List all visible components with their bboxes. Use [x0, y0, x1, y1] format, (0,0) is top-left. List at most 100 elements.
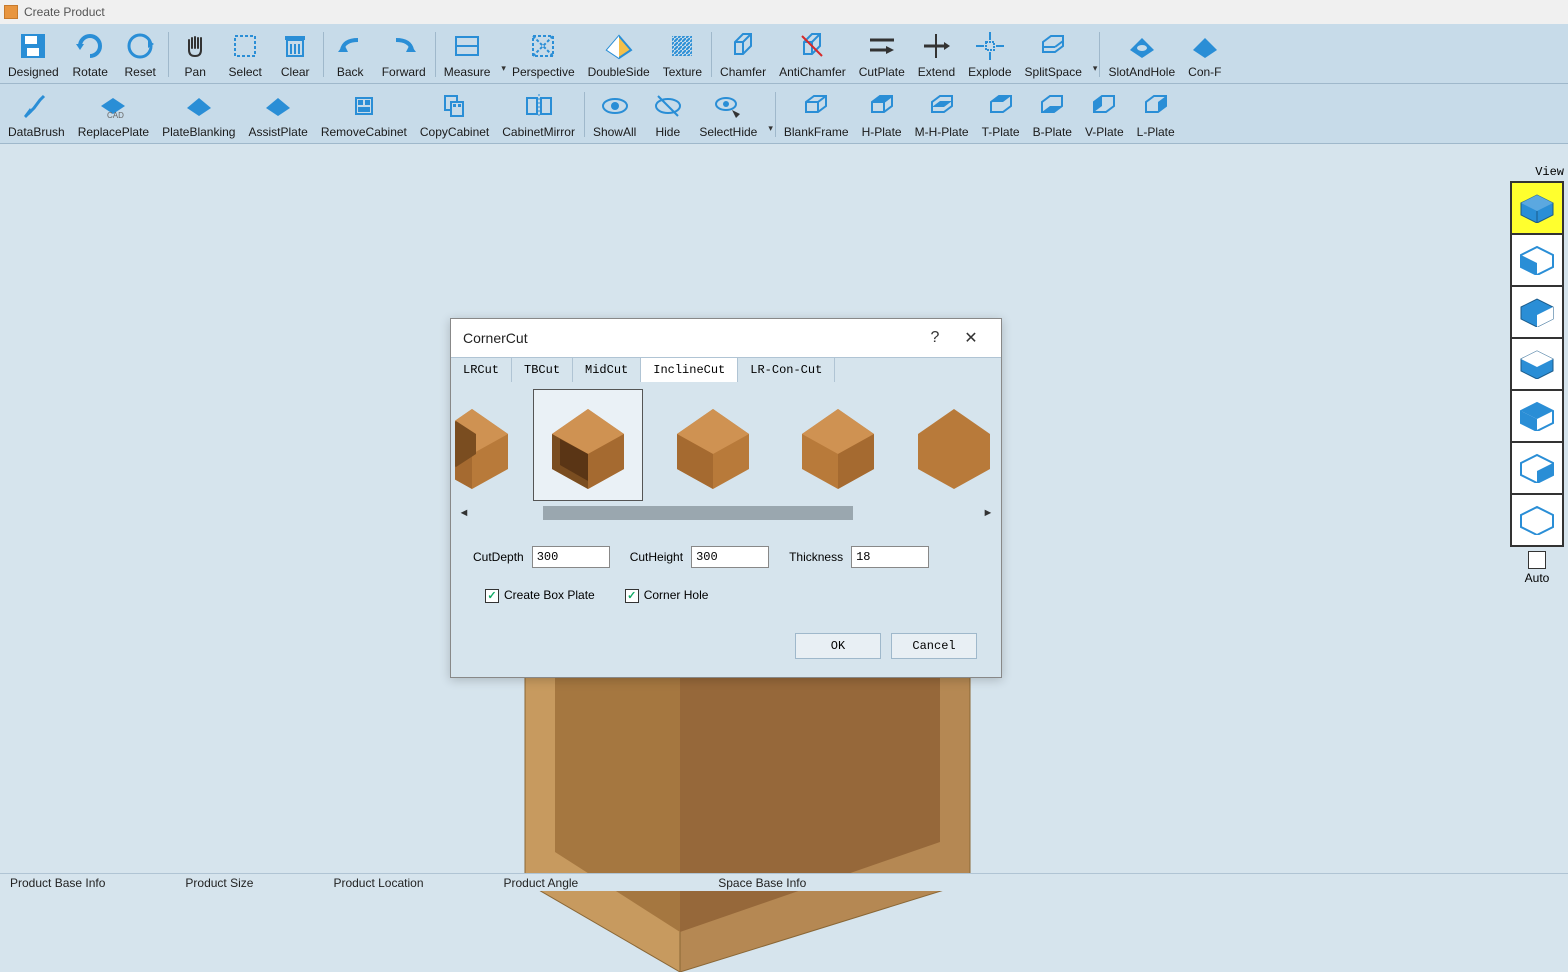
blankframe-button[interactable]: BlankFrame: [778, 88, 856, 141]
select-button[interactable]: Select: [221, 28, 271, 81]
vplate-button[interactable]: V-Plate: [1079, 88, 1131, 141]
assistplate-icon: [262, 90, 294, 122]
hplate-button[interactable]: H-Plate: [856, 88, 909, 141]
view-iso-1[interactable]: [1510, 181, 1564, 235]
scroll-right-icon[interactable]: ►: [981, 507, 995, 519]
view-iso-3[interactable]: [1510, 285, 1564, 339]
dialog-title: CornerCut: [463, 330, 528, 346]
status-item[interactable]: Product Size: [185, 876, 253, 890]
measure-button[interactable]: Measure: [438, 28, 498, 81]
slotandhole-button[interactable]: SlotAndHole: [1102, 28, 1182, 81]
cut-option-3[interactable]: [658, 389, 768, 501]
lplate-button[interactable]: L-Plate: [1131, 88, 1182, 141]
rotate-button[interactable]: Rotate: [66, 28, 116, 81]
status-item[interactable]: Space Base Info: [718, 876, 806, 890]
status-item[interactable]: Product Base Info: [10, 876, 105, 890]
view-panel-title: View: [1510, 165, 1566, 179]
help-button[interactable]: ?: [917, 329, 953, 347]
assistplate-button[interactable]: AssistPlate: [242, 88, 314, 141]
cutplate-button[interactable]: CutPlate: [853, 28, 912, 81]
view-iso-2[interactable]: [1510, 233, 1564, 287]
explode-button[interactable]: Explode: [962, 28, 1018, 81]
cutdepth-input[interactable]: [532, 546, 610, 568]
chamfer-button[interactable]: Chamfer: [714, 28, 773, 81]
createboxplate-checkbox[interactable]: ✓Create Box Plate: [485, 588, 595, 603]
conf-button[interactable]: Con-F: [1182, 28, 1228, 81]
copycabinet-button[interactable]: CopyCabinet: [414, 88, 496, 141]
select-icon: [229, 30, 261, 62]
chevron-down-icon[interactable]: ▾: [1093, 35, 1098, 74]
plateblanking-button[interactable]: PlateBlanking: [156, 88, 242, 141]
databrush-button[interactable]: DataBrush: [2, 88, 72, 141]
dialog-buttons: OK Cancel: [455, 625, 997, 677]
splitspace-button[interactable]: SplitSpace: [1019, 28, 1089, 81]
selecthide-button[interactable]: SelectHide: [693, 88, 764, 141]
doubleside-button[interactable]: DoubleSide: [582, 28, 657, 81]
status-item[interactable]: Product Location: [333, 876, 423, 890]
tplate-button[interactable]: T-Plate: [976, 88, 1027, 141]
cancel-button[interactable]: Cancel: [891, 633, 977, 659]
texture-button[interactable]: Texture: [657, 28, 709, 81]
scroll-left-icon[interactable]: ◄: [457, 507, 471, 519]
slotandhole-icon: [1126, 30, 1158, 62]
back-button[interactable]: Back: [326, 28, 376, 81]
bplate-button[interactable]: B-Plate: [1027, 88, 1079, 141]
cut-type-thumbnails: [455, 386, 997, 504]
cabinetmirror-button[interactable]: CabinetMirror: [496, 88, 582, 141]
ok-button[interactable]: OK: [795, 633, 881, 659]
tab-lrconcut[interactable]: LR-Con-Cut: [738, 358, 835, 382]
thickness-input[interactable]: [851, 546, 929, 568]
view-iso-7[interactable]: [1510, 493, 1564, 547]
app-icon: [4, 5, 18, 19]
doubleside-icon: [603, 30, 635, 62]
splitspace-icon: [1037, 30, 1069, 62]
cornerhole-checkbox[interactable]: ✓Corner Hole: [625, 588, 709, 603]
tab-midcut[interactable]: MidCut: [573, 358, 641, 382]
status-item[interactable]: Product Angle: [504, 876, 579, 890]
view-iso-6[interactable]: [1510, 441, 1564, 495]
replaceplate-button[interactable]: CAD ReplacePlate: [72, 88, 156, 141]
cut-option-4[interactable]: [783, 389, 893, 501]
plateblanking-icon: [183, 90, 215, 122]
tab-inclinecut[interactable]: InclineCut: [641, 358, 738, 382]
cut-option-1[interactable]: [455, 389, 518, 501]
cutheight-input[interactable]: [691, 546, 769, 568]
tab-tbcut[interactable]: TBCut: [512, 358, 573, 382]
dialog-body: ◄ ► CutDepth CutHeight Thickness ✓Create…: [451, 382, 1001, 677]
extend-button[interactable]: Extend: [912, 28, 962, 81]
hide-button[interactable]: Hide: [643, 88, 693, 141]
eye-slash-icon: [652, 90, 684, 122]
cutplate-icon: [866, 30, 898, 62]
scroll-track[interactable]: [471, 506, 981, 520]
view-iso-5[interactable]: [1510, 389, 1564, 443]
pan-button[interactable]: Pan: [171, 28, 221, 81]
view-auto[interactable]: Auto: [1510, 551, 1564, 586]
mhplate-icon: [926, 90, 958, 122]
forward-button[interactable]: Forward: [376, 28, 433, 81]
clear-button[interactable]: Clear: [271, 28, 321, 81]
cut-option-5[interactable]: [908, 389, 997, 501]
reset-button[interactable]: Reset: [116, 28, 166, 81]
perspective-button[interactable]: Perspective: [506, 28, 582, 81]
mhplate-button[interactable]: M-H-Plate: [909, 88, 976, 141]
antichamfer-button[interactable]: AntiChamfer: [773, 28, 853, 81]
chevron-down-icon[interactable]: ▾: [768, 95, 773, 134]
view-iso-4[interactable]: [1510, 337, 1564, 391]
dialog-tabs: LRCut TBCut MidCut InclineCut LR-Con-Cut: [451, 357, 1001, 382]
removecabinet-button[interactable]: RemoveCabinet: [315, 88, 414, 141]
brush-icon: [20, 90, 52, 122]
option-checkboxes: ✓Create Box Plate ✓Corner Hole: [455, 578, 997, 625]
scroll-thumb[interactable]: [543, 506, 853, 520]
tab-lrcut[interactable]: LRCut: [451, 358, 512, 382]
thickness-label: Thickness: [789, 550, 843, 564]
designed-button[interactable]: Designed: [2, 28, 66, 81]
checkbox-icon[interactable]: [1528, 551, 1546, 569]
cut-option-2[interactable]: [533, 389, 643, 501]
cabinetmirror-icon: [523, 90, 555, 122]
thumbnail-scrollbar[interactable]: ◄ ►: [455, 504, 997, 522]
cornercut-dialog: CornerCut ? ✕ LRCut TBCut MidCut Incline…: [450, 318, 1002, 678]
status-bar: Product Base Info Product Size Product L…: [0, 873, 1568, 891]
showall-button[interactable]: ShowAll: [587, 88, 643, 141]
close-button[interactable]: ✕: [953, 328, 989, 348]
vplate-icon: [1088, 90, 1120, 122]
